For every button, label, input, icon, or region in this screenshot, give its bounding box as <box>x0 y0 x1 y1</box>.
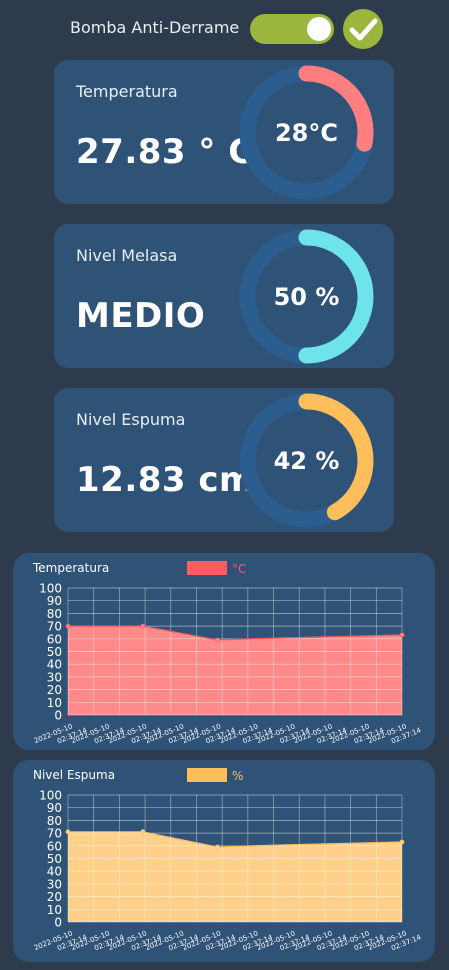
espuma-gauge-text: 42 % <box>273 446 340 475</box>
temperature-chart: 0102030405060708090100 2022-05-1002:37:14… <box>33 582 423 746</box>
y-tick-label: 100 <box>39 789 62 803</box>
y-tick-label: 20 <box>47 890 62 904</box>
y-tick-label: 60 <box>47 839 62 853</box>
y-tick-label: 10 <box>47 696 62 710</box>
melasa-value: MEDIO <box>76 296 206 336</box>
data-point <box>65 623 71 629</box>
data-point <box>215 844 221 850</box>
temperature-gauge-text: 28°C <box>274 118 338 147</box>
y-tick-label: 80 <box>47 814 62 828</box>
espuma-chart-panel: Nivel Espuma % 0 10 20 30 40 50 60 70 80 90 100 202… <box>13 760 435 962</box>
y-tick-label: 50 <box>47 645 62 659</box>
y-tick-label: 90 <box>47 594 62 608</box>
toggle-knob[interactable] <box>307 17 331 41</box>
y-tick-label: 0 <box>54 709 62 723</box>
temperature-chart-panel: Temperatura °C 0 10 20 30 40 50 60 70 80 90 100 202… <box>13 553 435 750</box>
x-tick-label: 2022-05-1002:37:14 <box>367 722 423 745</box>
y-tick-label: 50 <box>47 852 62 866</box>
temperature-card: Temperatura 27.83 ° C 28°C <box>54 60 394 204</box>
y-tick-label: 0 <box>54 916 62 930</box>
pump-label: Bomba Anti-Derrame <box>70 18 240 37</box>
y-tick-label: 80 <box>47 607 62 621</box>
y-tick-label: 90 <box>47 801 62 815</box>
data-point <box>140 829 146 835</box>
card-label: Nivel Espuma <box>76 410 186 429</box>
card-label: Nivel Melasa <box>76 246 178 265</box>
espuma-value: 12.83 cm <box>76 460 255 500</box>
x-tick-label: 2022-05-1002:37:14 <box>367 929 423 952</box>
top-bar: Bomba Anti-Derrame <box>0 0 449 58</box>
y-tick-label: 10 <box>47 903 62 917</box>
pump-toggle[interactable] <box>250 14 334 44</box>
y-tick-label: 20 <box>47 683 62 697</box>
check-icon <box>343 9 383 49</box>
espuma-chart: 0102030405060708090100 2022-05-1002:37:14… <box>33 789 423 953</box>
data-point <box>215 637 221 643</box>
data-point <box>65 829 71 835</box>
y-tick-label: 30 <box>47 670 62 684</box>
temperature-value: 27.83 ° C <box>76 132 254 172</box>
melasa-gauge-text: 50 % <box>273 282 340 311</box>
data-point <box>399 839 405 845</box>
data-point <box>399 632 405 638</box>
y-tick-label: 30 <box>47 877 62 891</box>
data-point <box>140 623 146 629</box>
card-label: Temperatura <box>76 82 178 101</box>
y-tick-label: 60 <box>47 632 62 646</box>
y-tick-label: 40 <box>47 865 62 879</box>
y-tick-label: 100 <box>39 582 62 596</box>
espuma-card: Nivel Espuma 12.83 cm 42 % <box>54 388 394 532</box>
y-tick-label: 70 <box>47 827 62 841</box>
melasa-card: Nivel Melasa MEDIO 50 % <box>54 224 394 368</box>
y-tick-label: 40 <box>47 658 62 672</box>
y-tick-label: 70 <box>47 620 62 634</box>
